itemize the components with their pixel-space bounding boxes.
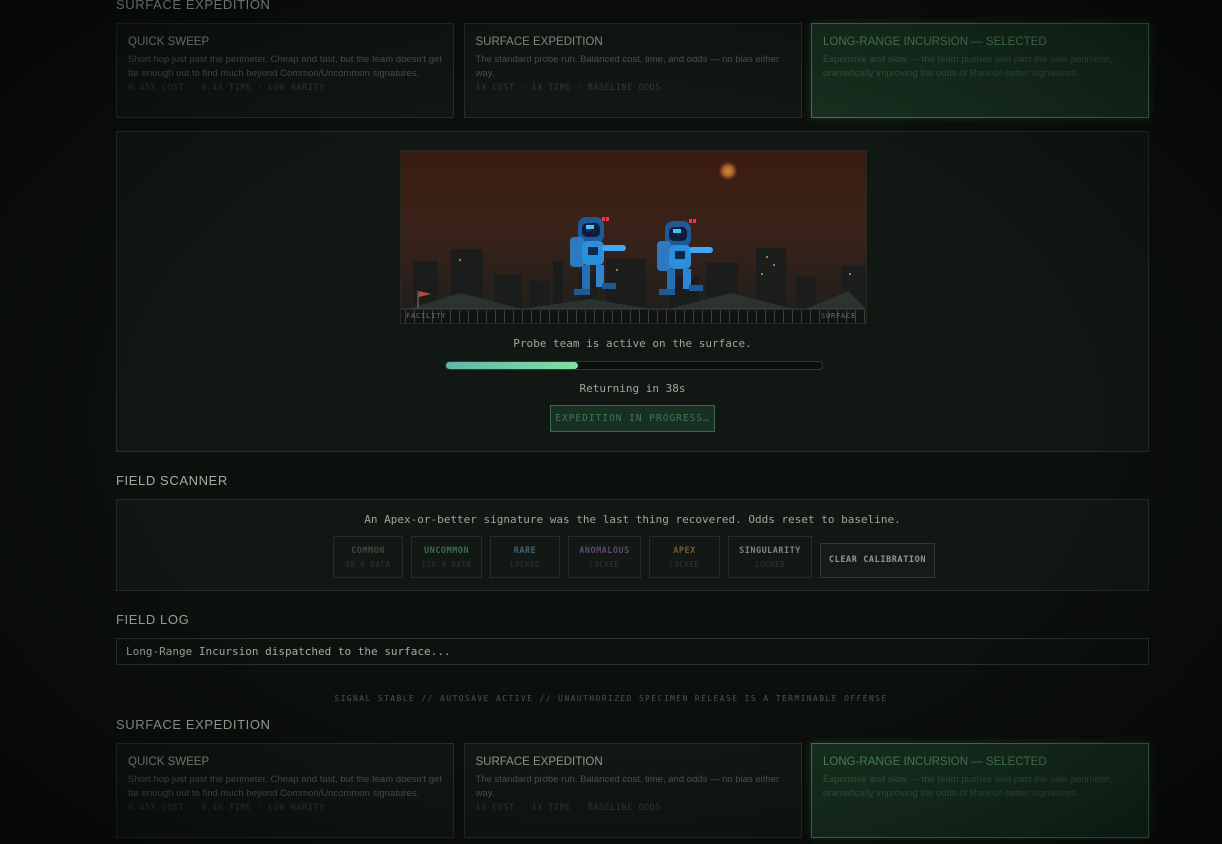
option-title: SURFACE EXPEDITION bbox=[475, 756, 603, 768]
chip-anomalous[interactable]: ANOMALOUS LOCKED bbox=[568, 536, 641, 578]
rarity-chips: COMMON 40.0 DATA UNCOMMON 120.0 DATA RAR… bbox=[333, 536, 935, 578]
option-desc: Expensive and slow — the team pushes wel… bbox=[823, 774, 1113, 799]
scene-label-surface: SURFACE bbox=[821, 312, 856, 320]
chip-value: LOCKED bbox=[589, 560, 620, 569]
chip-value: LOCKED bbox=[754, 560, 786, 569]
chip-name: ANOMALOUS bbox=[579, 546, 630, 556]
expedition-panel: FACILITY SURFACE Probe team is active on… bbox=[116, 131, 1149, 452]
option-meta: 0.45X COST · 0.4X TIME · LOW RARITY bbox=[128, 83, 325, 93]
chip-name: UNCOMMON bbox=[424, 546, 469, 556]
option-meta: 0.45X COST · 0.4X TIME · LOW RARITY bbox=[128, 803, 325, 813]
expedition-section-repeat: SURFACE EXPEDITION bbox=[116, 717, 1149, 733]
option-long-range-incursion[interactable]: LONG-RANGE INCURSION — SELECTED Expensiv… bbox=[811, 743, 1149, 838]
expedition-in-progress-button[interactable]: EXPEDITION IN PROGRESS… bbox=[550, 405, 715, 432]
expedition-options: QUICK SWEEP Short hop just past the peri… bbox=[116, 23, 1149, 118]
chip-name: APEX bbox=[673, 546, 696, 556]
chip-value: 40.0 DATA bbox=[345, 560, 391, 569]
expedition-options-repeat: QUICK SWEEP Short hop just past the peri… bbox=[116, 743, 1149, 838]
scanner-section: FIELD SCANNER bbox=[116, 473, 1149, 489]
expedition-progress-bar bbox=[445, 361, 823, 370]
option-desc: Expensive and slow — the team pushes wel… bbox=[823, 54, 1113, 79]
option-desc: The standard probe run. Balanced cost, t… bbox=[475, 54, 780, 79]
scanner-panel: An Apex-or-better signature was the last… bbox=[116, 499, 1149, 591]
expedition-title: SURFACE EXPEDITION bbox=[116, 717, 271, 732]
option-surface-expedition[interactable]: SURFACE EXPEDITION The standard probe ru… bbox=[463, 743, 802, 838]
chip-value: LOCKED bbox=[669, 560, 700, 569]
chip-uncommon[interactable]: UNCOMMON 120.0 DATA bbox=[411, 536, 482, 578]
expedition-scene: FACILITY SURFACE bbox=[400, 150, 867, 324]
expedition-section: SURFACE EXPEDITION bbox=[116, 0, 1149, 13]
log-title: FIELD LOG bbox=[116, 612, 190, 627]
return-timer: Returning in 38s bbox=[579, 382, 686, 395]
option-desc: Short hop just past the perimeter. Cheap… bbox=[128, 774, 442, 799]
chip-common[interactable]: COMMON 40.0 DATA bbox=[333, 536, 403, 578]
scanner-message: An Apex-or-better signature was the last… bbox=[364, 513, 901, 526]
chip-rare[interactable]: RARE LOCKED bbox=[490, 536, 560, 578]
chip-singularity[interactable]: SINGULARITY LOCKED bbox=[728, 536, 812, 578]
log-section: FIELD LOG bbox=[116, 612, 1149, 628]
option-title: QUICK SWEEP bbox=[128, 756, 210, 768]
clear-calibration-button[interactable]: CLEAR CALIBRATION bbox=[820, 543, 935, 578]
chip-apex[interactable]: APEX LOCKED bbox=[649, 536, 720, 578]
expedition-status: Probe team is active on the surface. bbox=[513, 337, 752, 350]
option-title: LONG-RANGE INCURSION — SELECTED bbox=[823, 756, 1047, 768]
field-log-entry: Long-Range Incursion dispatched to the s… bbox=[116, 638, 1149, 665]
option-desc: Short hop just past the perimeter. Cheap… bbox=[128, 54, 442, 79]
chip-value: 120.0 DATA bbox=[421, 560, 472, 569]
option-meta: 1X COST · 1X TIME · BASELINE ODDS bbox=[475, 83, 661, 93]
expedition-title: SURFACE EXPEDITION bbox=[116, 0, 271, 12]
option-quick-sweep[interactable]: QUICK SWEEP Short hop just past the peri… bbox=[116, 743, 454, 838]
option-meta: 1X COST · 1X TIME · BASELINE ODDS bbox=[475, 803, 661, 813]
chip-name: RARE bbox=[513, 546, 537, 556]
chip-name: COMMON bbox=[351, 546, 385, 556]
option-surface-expedition[interactable]: SURFACE EXPEDITION The standard probe ru… bbox=[463, 23, 802, 118]
option-quick-sweep[interactable]: QUICK SWEEP Short hop just past the peri… bbox=[116, 23, 454, 118]
footer-status: SIGNAL STABLE // AUTOSAVE ACTIVE // UNAU… bbox=[334, 694, 888, 703]
option-long-range-incursion[interactable]: LONG-RANGE INCURSION — SELECTED Expensiv… bbox=[811, 23, 1149, 118]
surface-scene-art: FACILITY SURFACE bbox=[401, 151, 866, 323]
scanner-title: FIELD SCANNER bbox=[116, 473, 228, 488]
chip-name: SINGULARITY bbox=[739, 546, 801, 556]
scene-label-facility: FACILITY bbox=[406, 312, 446, 320]
chip-value: LOCKED bbox=[509, 560, 541, 569]
progress-fill bbox=[446, 362, 578, 369]
option-title: QUICK SWEEP bbox=[128, 36, 210, 48]
option-title: SURFACE EXPEDITION bbox=[475, 36, 603, 48]
option-title: LONG-RANGE INCURSION — SELECTED bbox=[823, 36, 1047, 48]
option-desc: The standard probe run. Balanced cost, t… bbox=[475, 774, 780, 799]
